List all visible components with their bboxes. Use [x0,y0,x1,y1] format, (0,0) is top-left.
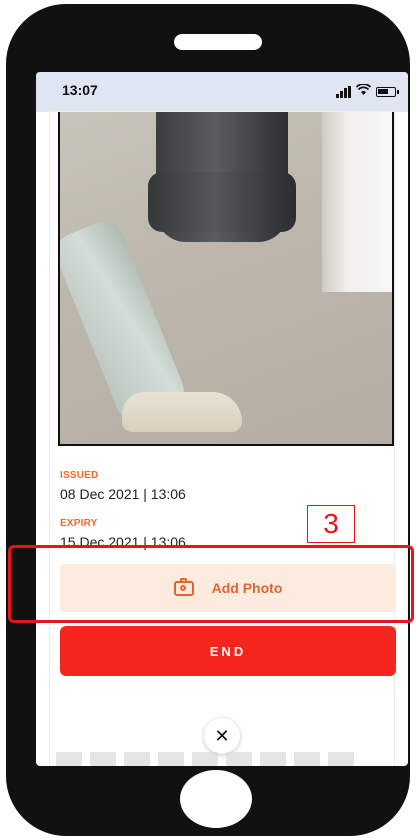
close-button[interactable]: ✕ [204,718,240,754]
wifi-icon [355,83,372,101]
expiry-label: EXPIRY [60,518,98,529]
photo-pipe-collar [148,172,296,232]
issued-value: 08 Dec 2021 | 13:06 [60,486,186,502]
status-bar: 13:07 [36,72,408,112]
issued-label: ISSUED [60,470,99,481]
phone-frame: 13:07 ISSUED 08 Dec 2021 | 13:06 EXPIRY … [6,4,410,836]
status-icons [336,83,399,101]
annotation-highlight-box [8,545,414,623]
page: 13:07 ISSUED 08 Dec 2021 | 13:06 EXPIRY … [0,0,416,838]
end-button[interactable]: END [60,626,396,676]
permit-card: ISSUED 08 Dec 2021 | 13:06 EXPIRY 15 Dec… [50,112,396,766]
faded-content-strip [56,752,356,766]
end-label: END [209,643,247,659]
photo-shoe [122,392,242,432]
screen: 13:07 ISSUED 08 Dec 2021 | 13:06 EXPIRY … [36,72,408,766]
photo-wall [322,112,392,292]
battery-icon [376,87,399,97]
close-icon: ✕ [214,725,230,746]
status-time: 13:07 [62,82,98,98]
home-button[interactable] [180,770,252,828]
permit-photo [58,112,394,446]
signal-icon [336,86,351,98]
phone-speaker [174,34,262,50]
annotation-number: 3 [307,505,355,543]
